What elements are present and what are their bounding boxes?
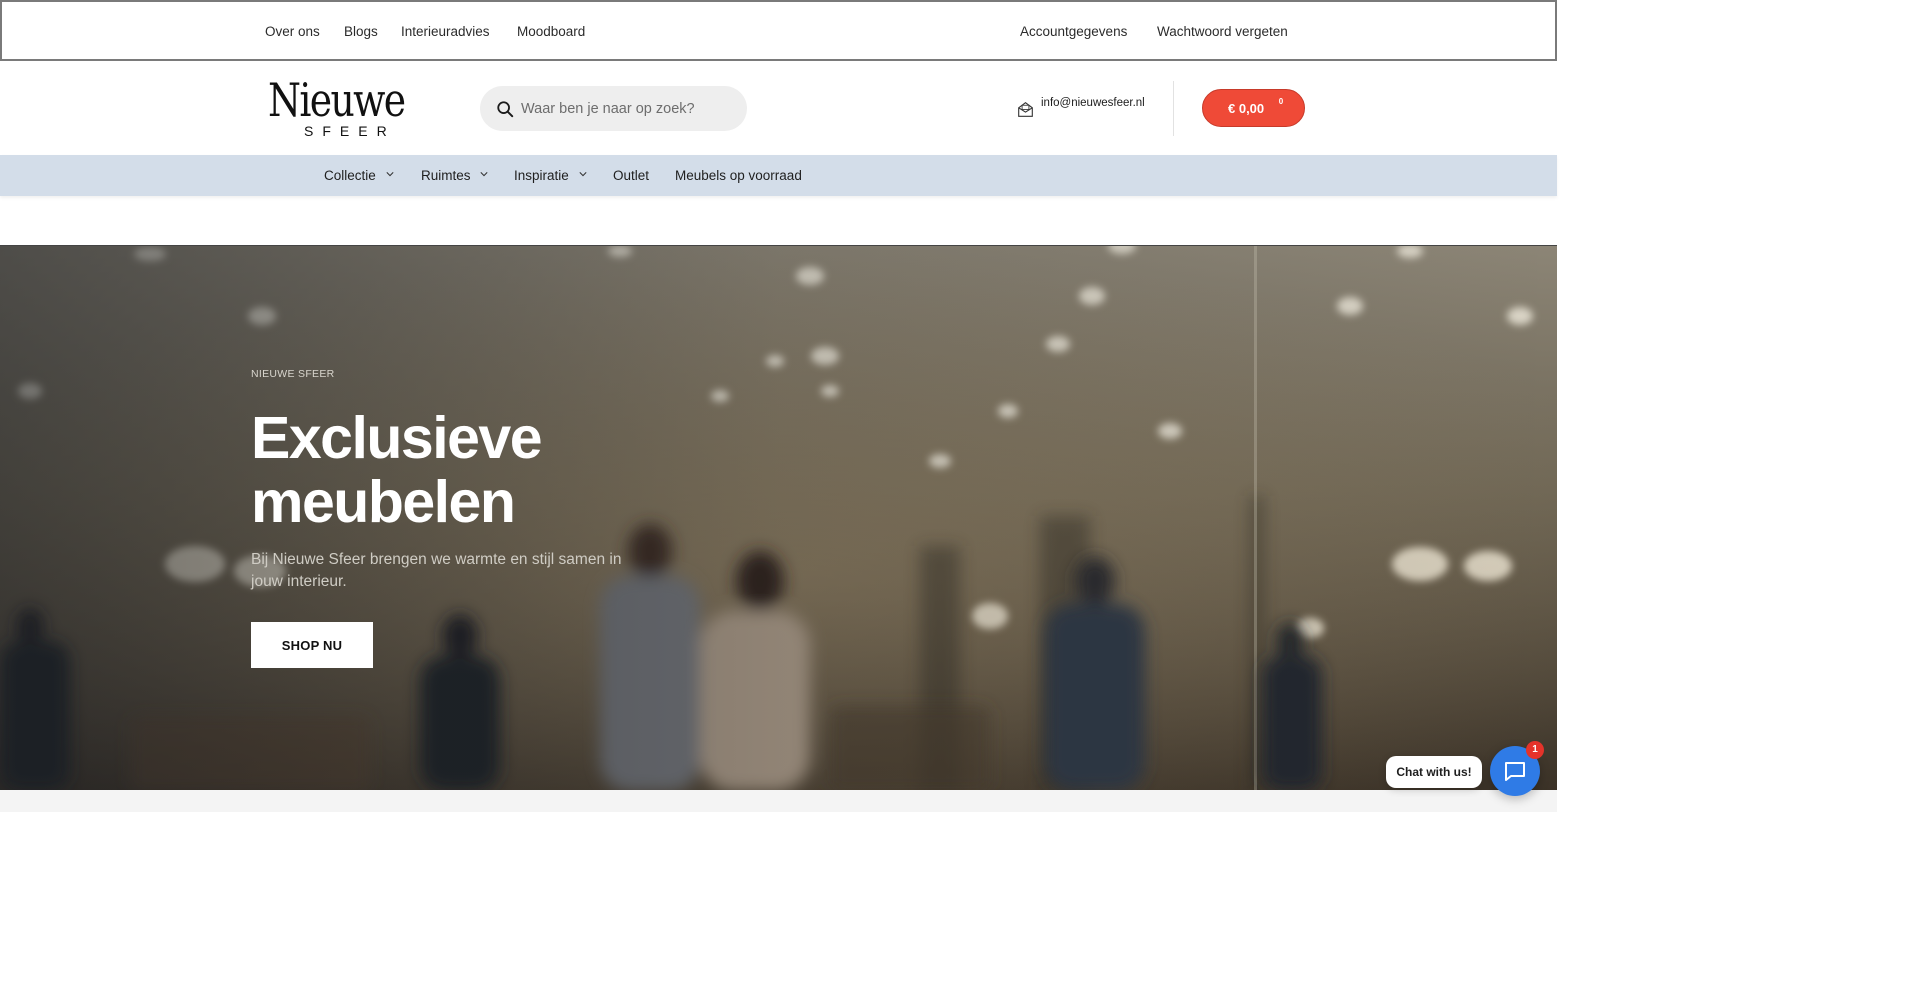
nav-item-ruimtes[interactable]: Ruimtes bbox=[421, 168, 488, 183]
topbar-link-interieuradvies[interactable]: Interieuradvies bbox=[401, 24, 490, 39]
chat-label[interactable]: Chat with us! bbox=[1386, 756, 1482, 788]
chat-notification-badge: 1 bbox=[1526, 741, 1544, 759]
contact-email-text[interactable]: info@nieuwesfeer.nl bbox=[1041, 97, 1145, 109]
search-bar[interactable] bbox=[480, 86, 747, 131]
nav-item-collectie[interactable]: Collectie bbox=[324, 168, 394, 183]
site-logo[interactable]: Nieuwe SFEER bbox=[268, 75, 418, 141]
nav-item-label: Collectie bbox=[324, 168, 376, 183]
topbar-link-over-ons[interactable]: Over ons bbox=[265, 24, 320, 39]
logo-subtitle: SFEER bbox=[304, 123, 396, 139]
mail-icon bbox=[1018, 102, 1033, 117]
nav-item-outlet[interactable]: Outlet bbox=[613, 168, 649, 183]
cart-count-badge: 0 bbox=[1274, 95, 1288, 109]
nav-item-label: Inspiratie bbox=[514, 168, 569, 183]
nav-item-meubels-op-voorraad[interactable]: Meubels op voorraad bbox=[675, 168, 802, 183]
chat-bubble-icon bbox=[1505, 762, 1525, 781]
site-header: Nieuwe SFEER info@nieuwesfeer.nl € 0,00 … bbox=[0, 61, 1557, 155]
logo-wordmark: Nieuwe bbox=[268, 73, 406, 127]
chevron-down-icon bbox=[385, 172, 394, 177]
hero-banner: NIEUWE SFEER Exclusieve meubelen Bij Nie… bbox=[0, 245, 1557, 790]
next-section-strip bbox=[0, 790, 1557, 812]
nav-item-label: Ruimtes bbox=[421, 168, 471, 183]
chevron-down-icon bbox=[578, 172, 587, 177]
topbar-link-accountgegevens[interactable]: Accountgegevens bbox=[1020, 24, 1127, 39]
topbar-link-moodboard[interactable]: Moodboard bbox=[517, 24, 585, 39]
hero-title: Exclusieve meubelen bbox=[251, 405, 543, 535]
page: Over ons Blogs Interieuradvies Moodboard… bbox=[0, 0, 1920, 993]
header-divider bbox=[1173, 81, 1174, 136]
topbar-link-blogs[interactable]: Blogs bbox=[344, 24, 378, 39]
search-input[interactable] bbox=[521, 86, 731, 131]
search-icon[interactable] bbox=[496, 100, 514, 118]
hero-eyebrow: NIEUWE SFEER bbox=[251, 368, 335, 380]
cart-button[interactable]: € 0,00 0 bbox=[1202, 89, 1305, 127]
topbar-link-wachtwoord-vergeten[interactable]: Wachtwoord vergeten bbox=[1157, 24, 1288, 39]
cart-total: € 0,00 bbox=[1228, 101, 1265, 116]
hero-subtitle: Bij Nieuwe Sfeer brengen we warmte en st… bbox=[251, 551, 622, 590]
shop-now-button[interactable]: SHOP NU bbox=[251, 622, 373, 668]
nav-item-inspiratie[interactable]: Inspiratie bbox=[514, 168, 587, 183]
hero-background-image bbox=[0, 246, 1557, 790]
main-navigation: Collectie Ruimtes Inspiratie Outlet Meub… bbox=[0, 155, 1557, 196]
top-utility-bar: Over ons Blogs Interieuradvies Moodboard… bbox=[0, 0, 1557, 61]
chevron-down-icon bbox=[480, 172, 488, 177]
